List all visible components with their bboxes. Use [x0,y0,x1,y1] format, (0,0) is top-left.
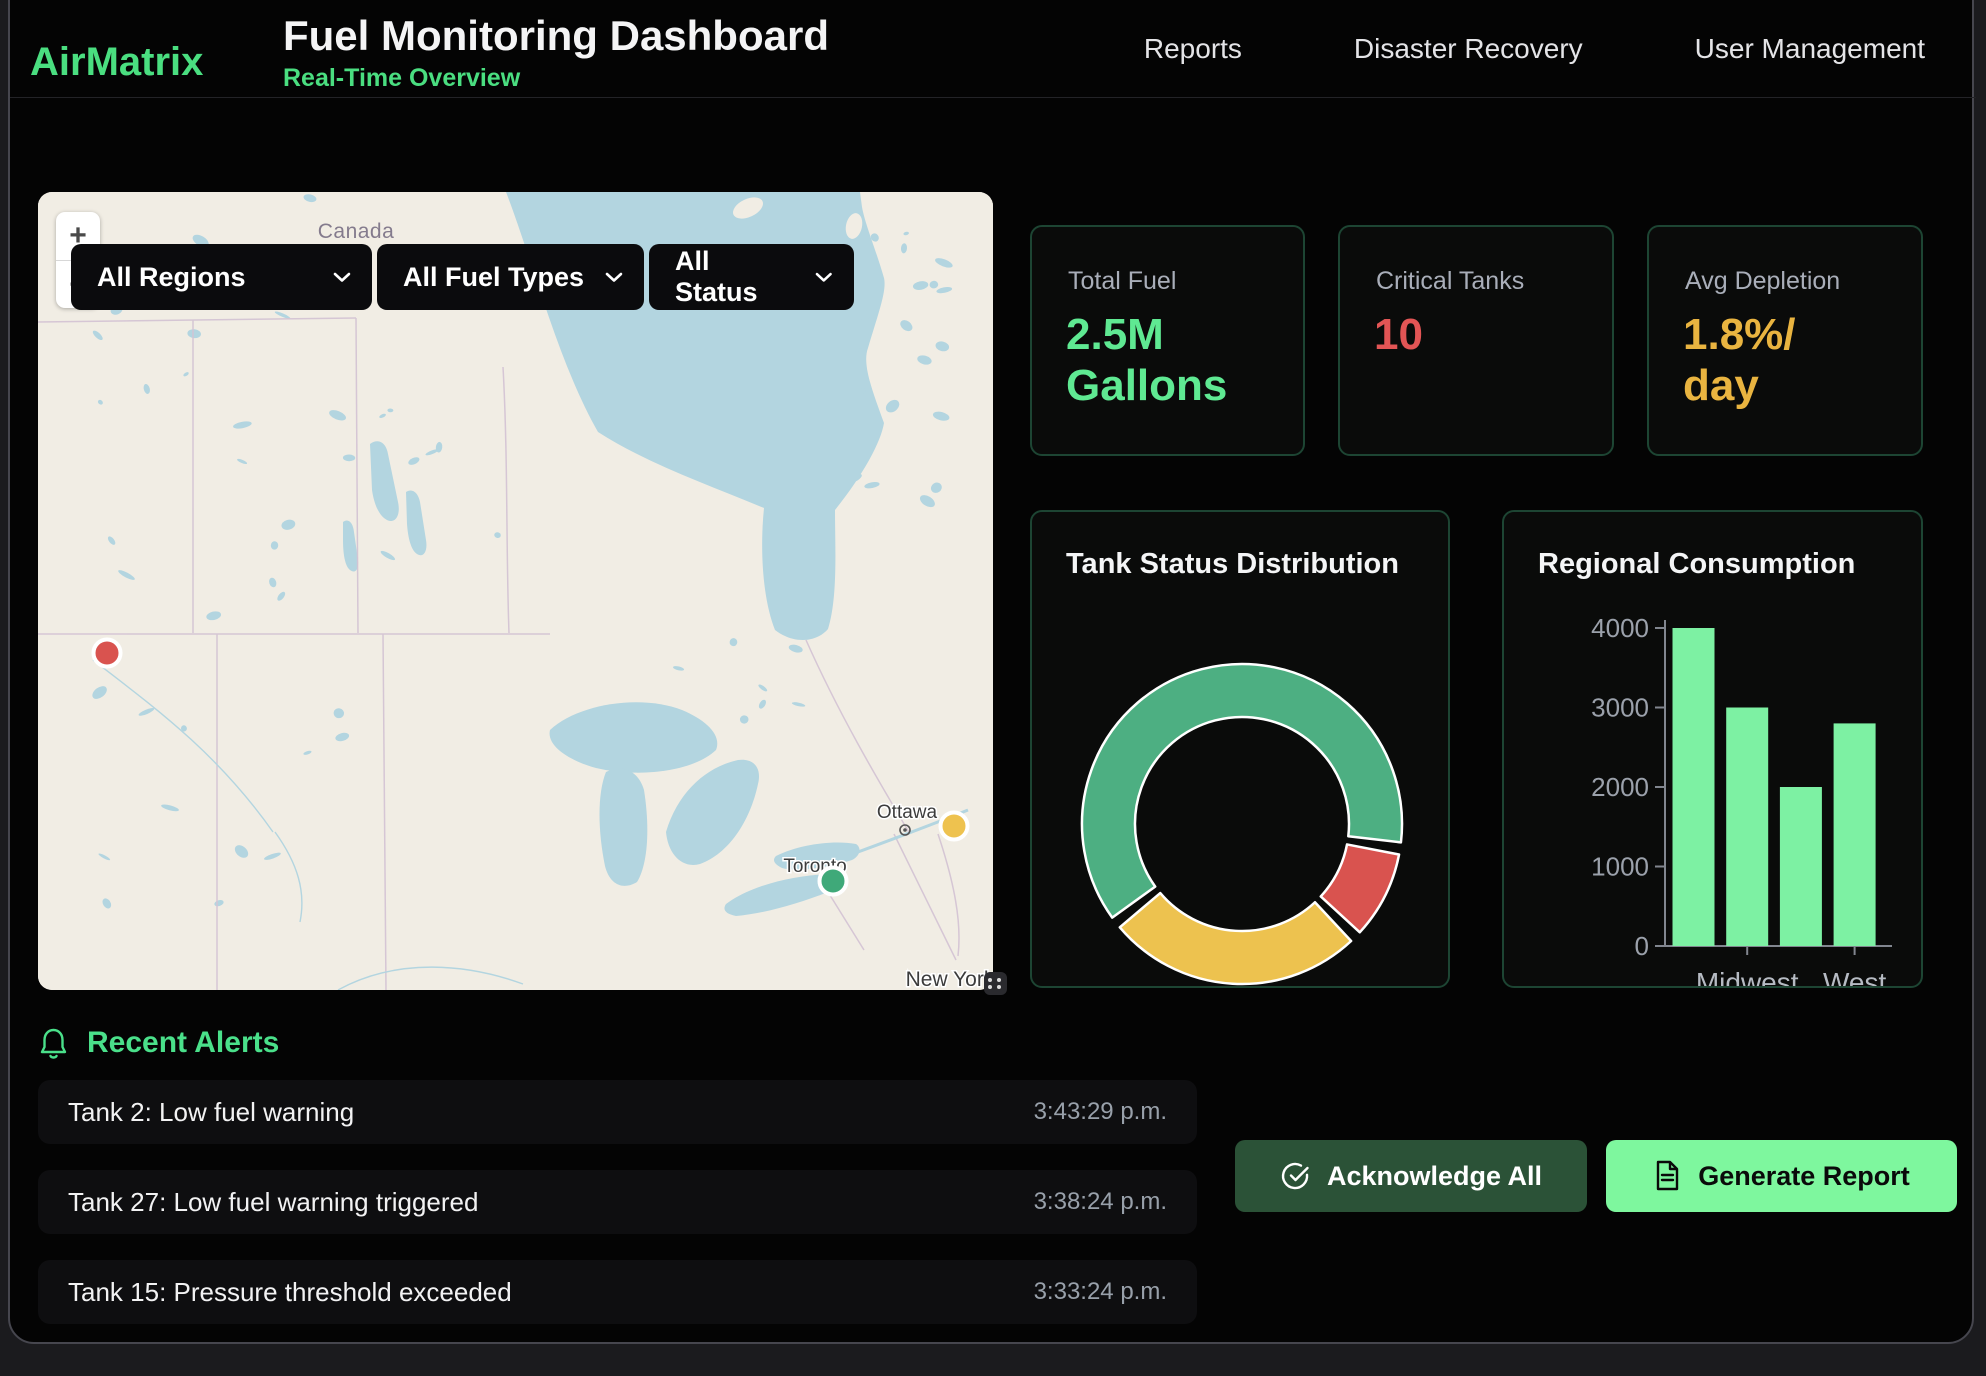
nav-item-user-management[interactable]: User Management [1695,33,1925,65]
svg-text:2000: 2000 [1591,772,1649,802]
stat-label: Avg Depletion [1685,267,1840,296]
top-nav: Reports Disaster Recovery User Managemen… [1144,0,1925,97]
recent-alerts-header: Recent Alerts [40,1026,279,1060]
tank-status-donut [1032,512,1450,988]
chevron-down-icon [814,271,834,283]
alert-timestamp: 3:33:24 p.m. [1034,1278,1167,1306]
map-label-country: Canada [318,220,395,243]
acknowledge-all-button[interactable]: Acknowledge All [1235,1140,1587,1212]
consumption-bar [1834,723,1876,946]
tank-status-distribution-card: Tank Status Distribution [1030,510,1450,988]
consumption-bar [1780,787,1822,946]
stat-label: Critical Tanks [1376,267,1524,296]
dashboard-page: AirMatrix Fuel Monitoring Dashboard Real… [0,0,1986,1376]
stat-value-avg-depletion: 1.8%/day [1683,309,1796,411]
map-canvas: Canada Ottawa Toronto New York [38,192,993,990]
svg-text:4000: 4000 [1591,613,1649,643]
page-subtitle: Real-Time Overview [283,64,520,93]
map-label-new-york: New York [906,968,993,990]
donut-slice-warning [1120,893,1351,984]
recent-alerts-title: Recent Alerts [87,1026,279,1060]
alert-row: Tank 15: Pressure threshold exceeded 3:3… [38,1260,1197,1324]
alert-timestamp: 3:43:29 p.m. [1034,1098,1167,1126]
brand-logo[interactable]: AirMatrix [30,40,203,85]
region-filter-value: All Regions [97,262,246,293]
stat-value-total-fuel: 2.5MGallons [1066,309,1227,411]
status-filter-dropdown[interactable]: All Status [649,244,854,310]
svg-text:West: West [1823,967,1886,988]
generate-report-button[interactable]: Generate Report [1606,1140,1957,1212]
map-resize-handle[interactable] [984,972,1007,995]
alert-message: Tank 2: Low fuel warning [68,1097,354,1128]
nav-item-disaster-recovery[interactable]: Disaster Recovery [1354,33,1583,65]
fuel-type-filter-value: All Fuel Types [403,262,584,293]
svg-text:Midwest: Midwest [1696,967,1799,988]
stat-card-critical-tanks: Critical Tanks 10 [1338,225,1614,456]
status-filter-value: All Status [675,246,796,308]
stat-card-avg-depletion: Avg Depletion 1.8%/day [1647,225,1923,456]
alert-row: Tank 2: Low fuel warning 3:43:29 p.m. [38,1080,1197,1144]
fuel-type-filter-dropdown[interactable]: All Fuel Types [377,244,644,310]
region-filter-dropdown[interactable]: All Regions [71,244,372,310]
svg-text:1000: 1000 [1591,852,1649,882]
donut-slice-critical [1321,844,1399,932]
consumption-bar [1726,708,1768,947]
tank-map[interactable]: Canada Ottawa Toronto New York + − All R… [38,192,993,990]
consumption-bar [1673,628,1715,946]
regional-consumption-card: Regional Consumption 01000200030004000Mi… [1502,510,1923,988]
map-marker-normal[interactable] [820,868,847,895]
svg-text:0: 0 [1635,931,1649,961]
header-divider [10,97,1976,98]
chevron-down-icon [332,271,352,283]
alert-timestamp: 3:38:24 p.m. [1034,1188,1167,1216]
bell-icon [40,1027,67,1060]
map-marker-critical[interactable] [94,640,121,667]
stat-label: Total Fuel [1068,267,1176,296]
document-icon [1653,1160,1681,1192]
page-title: Fuel Monitoring Dashboard [283,12,829,60]
stat-card-total-fuel: Total Fuel 2.5MGallons [1030,225,1305,456]
svg-text:3000: 3000 [1591,693,1649,723]
check-circle-icon [1280,1161,1310,1191]
alert-message: Tank 15: Pressure threshold exceeded [68,1277,512,1308]
chevron-down-icon [604,271,624,283]
map-marker-warning[interactable] [941,813,968,840]
lake-michigan [600,769,648,886]
nav-item-reports[interactable]: Reports [1144,33,1242,65]
map-filter-bar: All Regions All Fuel Types All Status [71,244,854,310]
alert-row: Tank 27: Low fuel warning triggered 3:38… [38,1170,1197,1234]
stat-value-critical-tanks: 10 [1374,309,1423,360]
alert-message: Tank 27: Low fuel warning triggered [68,1187,478,1218]
map-label-ottawa: Ottawa [877,802,938,823]
regional-consumption-chart: 0 1000 2000 3000 4000 Midwest West [1504,512,1923,988]
